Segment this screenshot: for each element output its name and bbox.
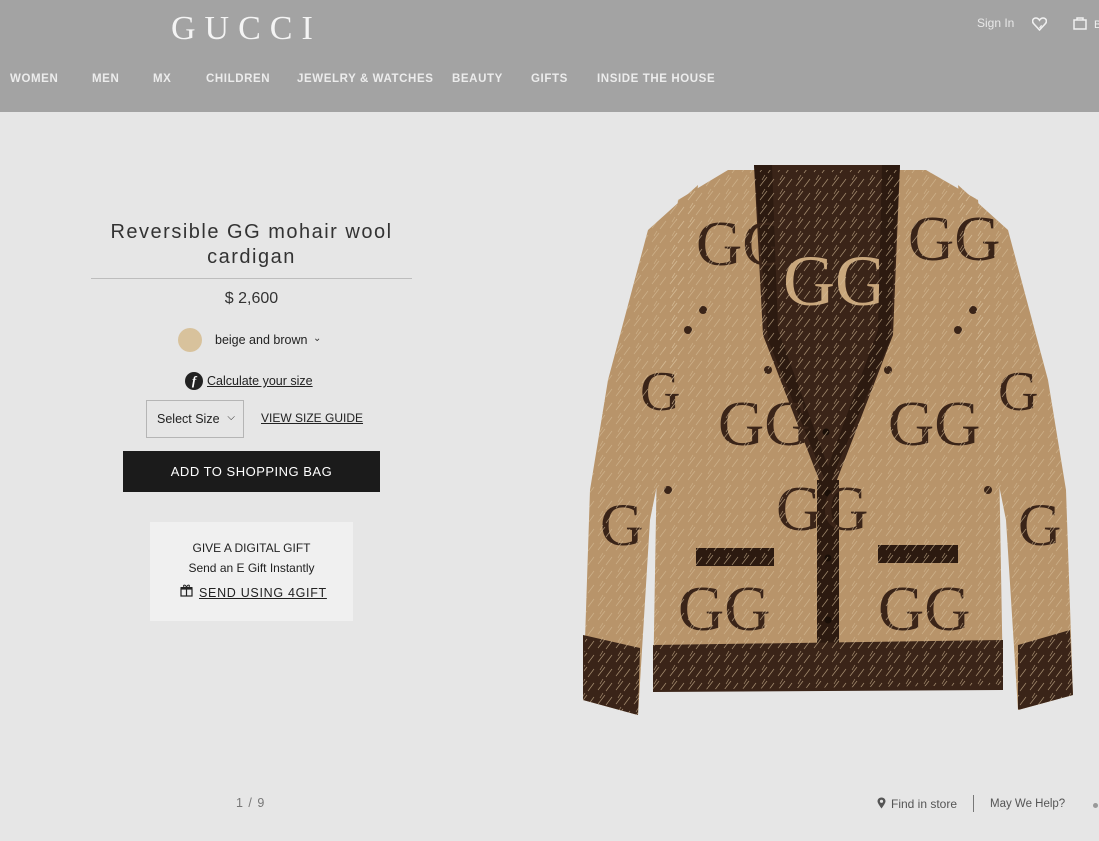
size-guide-link[interactable]: VIEW SIZE GUIDE [261, 411, 363, 425]
digital-gift-panel: GIVE A DIGITAL GIFT Send an E Gift Insta… [150, 522, 353, 621]
gift-subtitle: Send an E Gift Instantly [188, 561, 315, 575]
product-title: Reversible GG mohair wool cardigan [110, 221, 393, 268]
calculate-size-link[interactable]: Calculate your size [207, 374, 313, 388]
find-in-store-label: Find in store [891, 797, 958, 811]
nav-item-men[interactable]: MEN [92, 73, 119, 85]
add-to-bag-button[interactable]: ADD TO SHOPPING BAG [123, 451, 380, 492]
nav-item-gifts[interactable]: GIFTS [531, 73, 568, 85]
location-pin-icon [877, 797, 886, 809]
carousel-dot-icon[interactable] [1093, 803, 1098, 808]
nav-item-mx[interactable]: MX [153, 73, 171, 85]
send-gift-link[interactable]: SEND USING 4GIFT [199, 586, 327, 600]
color-swatch[interactable] [178, 328, 202, 352]
nav-item-children[interactable]: CHILDREN [206, 73, 270, 85]
size-select-value: Select Size [157, 412, 220, 426]
product-price: $ 2,600 [224, 290, 279, 307]
chevron-down-icon: ⌵ [227, 412, 235, 423]
chevron-down-icon[interactable]: ⌄ [313, 333, 321, 344]
nav-item-inside-the-house[interactable]: INSIDE THE HOUSE [597, 73, 715, 85]
may-we-help-link[interactable]: May We Help? [990, 798, 1065, 810]
svg-text:B: B [1094, 19, 1099, 30]
gucci-logo[interactable]: GUCCI [171, 10, 322, 48]
color-selector-label[interactable]: beige and brown [215, 333, 307, 347]
wishlist-heart-icon[interactable] [1031, 17, 1048, 34]
site-header: GUCCI Sign In B WOMEN MEN MX CHILDREN JE… [0, 0, 1099, 112]
image-pager: 1 / 9 [236, 796, 266, 810]
title-divider [91, 278, 412, 279]
gift-title: GIVE A DIGITAL GIFT [192, 541, 311, 555]
fit-calculator-icon[interactable]: f [185, 372, 203, 390]
nav-item-women[interactable]: WOMEN [10, 73, 58, 85]
footer-divider [973, 795, 974, 812]
find-in-store-link[interactable]: Find in store [877, 797, 957, 811]
gift-icon [180, 584, 193, 600]
product-image[interactable]: GG GG GG GG GG GG G G G G GG GG [578, 160, 1078, 720]
size-select[interactable]: Select Size ⌵ [146, 400, 244, 438]
sign-in-link[interactable]: Sign In [977, 16, 1014, 30]
nav-item-beauty[interactable]: BEAUTY [452, 73, 503, 85]
nav-item-jewelry-watches[interactable]: JEWELRY & WATCHES [297, 73, 434, 85]
shopping-bag-icon[interactable]: B [1073, 16, 1099, 33]
